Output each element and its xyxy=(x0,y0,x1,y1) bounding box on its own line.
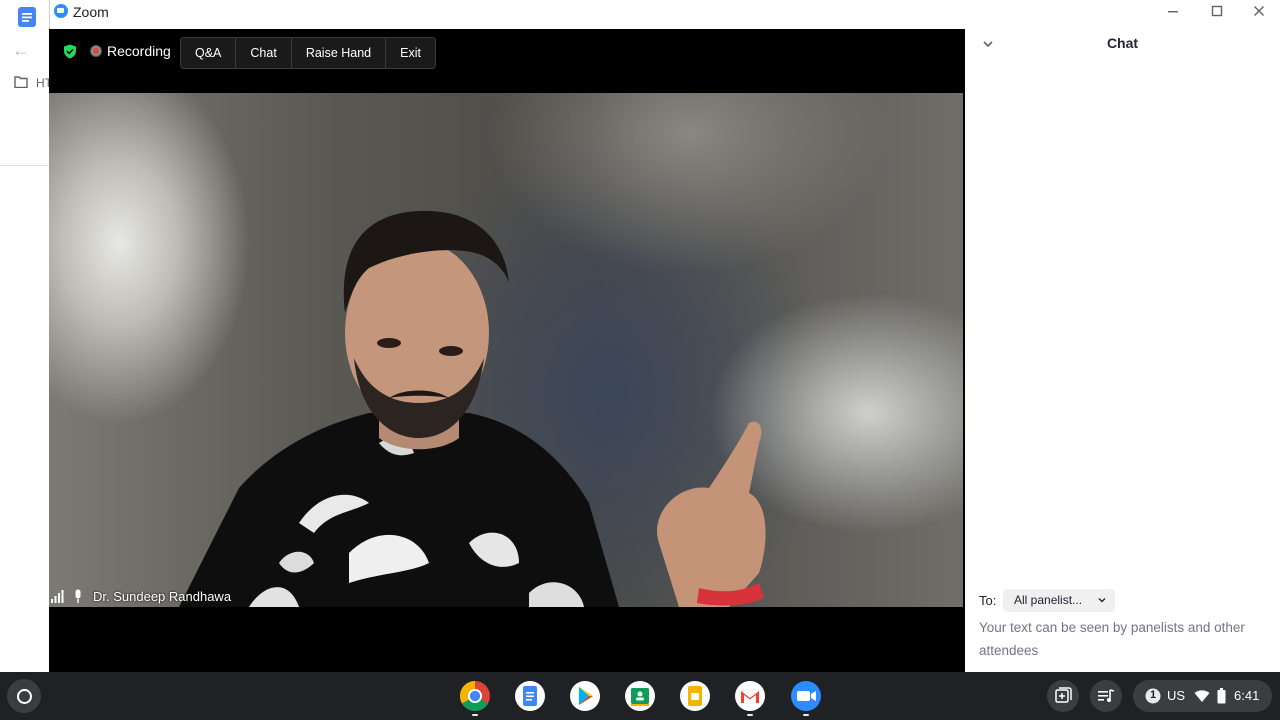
chrome-icon[interactable] xyxy=(459,680,491,712)
recording-label: Recording xyxy=(107,43,171,59)
close-button[interactable] xyxy=(1246,2,1272,24)
meeting-toolbar: Recording Q&A Chat Raise Hand Exit xyxy=(49,29,965,75)
folder-icon xyxy=(14,76,28,88)
app-running-indicator xyxy=(747,714,753,716)
participant-nameplate: Dr. Sundeep Randhawa xyxy=(49,586,231,606)
maximize-button[interactable] xyxy=(1204,2,1230,24)
gmail-icon[interactable] xyxy=(734,680,766,712)
docs-icon[interactable] xyxy=(514,680,546,712)
to-label: To: xyxy=(979,593,997,608)
shield-icon[interactable] xyxy=(63,44,77,59)
signal-strength-icon xyxy=(51,590,64,603)
chat-input-hint[interactable]: Your text can be seen by panelists and o… xyxy=(979,616,1269,662)
raise-hand-button[interactable]: Raise Hand xyxy=(292,38,387,68)
title-bar xyxy=(49,0,1280,29)
launcher-button[interactable] xyxy=(7,679,41,713)
zoom-icon[interactable] xyxy=(790,680,822,712)
recording-icon xyxy=(90,45,102,57)
participant-name: Dr. Sundeep Randhawa xyxy=(93,588,232,604)
chat-button[interactable]: Chat xyxy=(236,38,292,68)
chat-title: Chat xyxy=(1106,35,1139,51)
meeting-area: Recording Q&A Chat Raise Hand Exit Dr. S… xyxy=(49,29,965,672)
exit-button[interactable]: Exit xyxy=(386,38,435,68)
minimize-icon xyxy=(1168,11,1178,13)
status-area[interactable]: 1 US 6:41 xyxy=(1133,680,1272,712)
keyboard-layout: US xyxy=(1167,688,1186,703)
microphone-icon xyxy=(75,589,81,603)
playlist-button[interactable] xyxy=(1090,680,1122,712)
play-store-icon[interactable] xyxy=(569,680,601,712)
battery-icon xyxy=(1217,688,1226,704)
recipient-dropdown[interactable]: All panelist... xyxy=(1003,589,1115,612)
chat-panel: Chat To: All panelist... Your text can b… xyxy=(965,29,1280,672)
wifi-icon xyxy=(1194,690,1210,702)
divider xyxy=(49,0,50,29)
classroom-icon[interactable] xyxy=(624,680,656,712)
playlist-icon xyxy=(1098,689,1115,702)
taskbar: 1 US 6:41 xyxy=(0,672,1280,720)
minimize-button[interactable] xyxy=(1160,2,1186,24)
qa-button[interactable]: Q&A xyxy=(181,38,237,68)
slides-icon[interactable] xyxy=(679,680,711,712)
clock-time: 6:41 xyxy=(1234,688,1260,703)
chevron-down-icon xyxy=(1098,598,1106,603)
close-icon xyxy=(1254,6,1264,16)
toolbar-button-group: Q&A Chat Raise Hand Exit xyxy=(180,37,436,69)
recipient-value: All panelist... xyxy=(1014,593,1083,607)
add-desk-icon xyxy=(1055,687,1072,703)
notification-count: 1 xyxy=(1150,689,1157,701)
speaker-video-image xyxy=(179,210,766,607)
app-running-indicator xyxy=(803,714,809,716)
background-docs-window: ← HT xyxy=(0,0,52,672)
zoom-logo-icon xyxy=(54,4,68,18)
screen-capture-button[interactable] xyxy=(1047,680,1079,712)
back-arrow-icon[interactable]: ← xyxy=(12,40,32,60)
divider xyxy=(0,165,49,166)
window-title: Zoom xyxy=(73,4,109,20)
app-running-indicator xyxy=(472,714,478,716)
video-feed[interactable]: Dr. Sundeep Randhawa xyxy=(49,93,963,607)
maximize-icon xyxy=(1211,5,1223,17)
docs-icon[interactable] xyxy=(16,6,38,28)
